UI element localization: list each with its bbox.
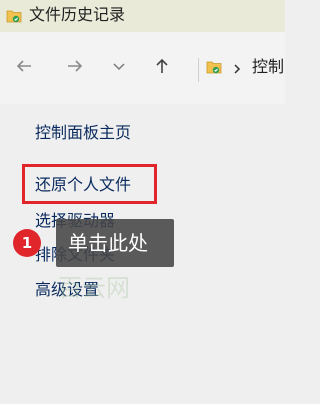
address-bar-path[interactable]: 控制 (252, 56, 284, 78)
highlight-box (22, 164, 157, 204)
sidebar-item-control-panel-home[interactable]: 控制面板主页 (35, 122, 131, 144)
address-bar-border (198, 58, 199, 82)
arrow-left-icon (14, 56, 34, 80)
forward-button[interactable] (61, 54, 89, 82)
up-button[interactable] (148, 54, 176, 82)
step-number-badge: 1 (13, 229, 41, 257)
breadcrumb-chevron-icon[interactable] (232, 61, 242, 80)
watermark-logo: 百云网 (58, 268, 138, 304)
address-folder-icon (206, 59, 222, 74)
back-button[interactable] (10, 54, 38, 82)
svg-text:百云网: 百云网 (58, 274, 130, 302)
chevron-down-icon (111, 58, 127, 78)
arrow-up-icon (152, 56, 172, 80)
arrow-right-icon (65, 56, 85, 80)
callout-tooltip-text: 单击此处 (68, 231, 148, 255)
file-history-folder-icon (6, 8, 22, 23)
recent-locations-button[interactable] (105, 54, 133, 82)
callout-tooltip: 单击此处 (56, 219, 174, 267)
title-bar: 文件历史记录 (0, 0, 285, 32)
navigation-bar: 控制 (0, 32, 285, 104)
window-title: 文件历史记录 (29, 5, 126, 24)
